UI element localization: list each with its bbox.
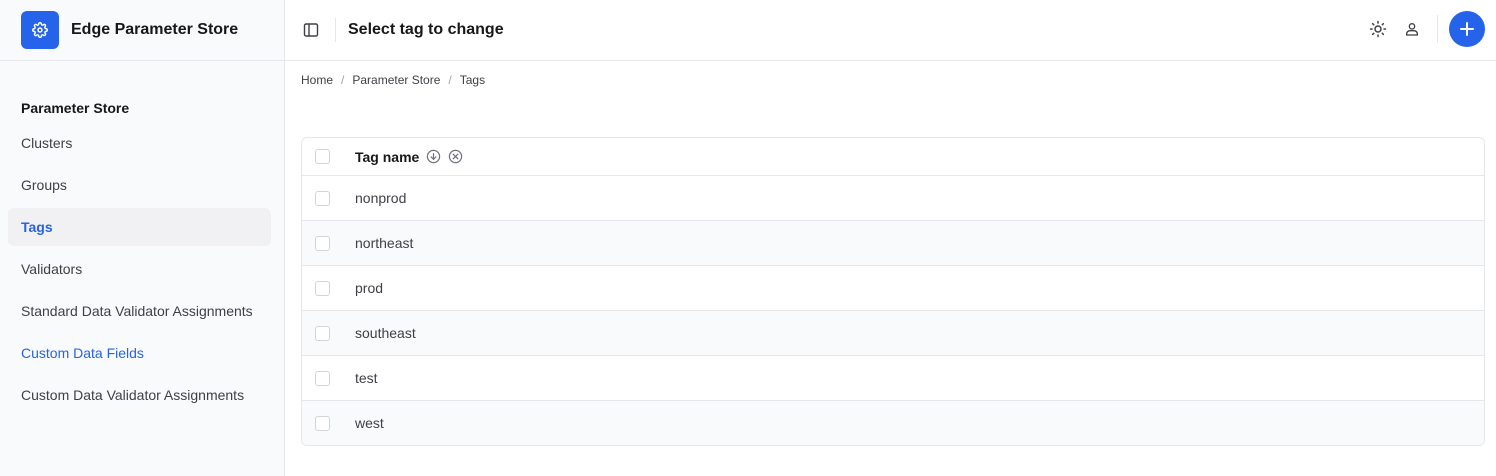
tag-name-cell[interactable]: northeast	[355, 235, 413, 251]
row-checkbox[interactable]	[315, 325, 330, 341]
user-icon[interactable]	[1400, 17, 1424, 41]
main-content: Select tag to change Home / Parameter St…	[285, 0, 1496, 476]
sidebar-item-groups[interactable]: Groups	[8, 166, 271, 204]
table-row[interactable]: northeast	[302, 220, 1484, 265]
sidebar-item-standard-data-validator-assignments[interactable]: Standard Data Validator Assignments	[8, 292, 271, 330]
sidebar: Edge Parameter Store Parameter Store Clu…	[0, 0, 285, 476]
plus-icon	[1460, 22, 1474, 36]
table-row[interactable]: test	[302, 355, 1484, 400]
table-row[interactable]: nonprod	[302, 175, 1484, 220]
row-checkbox[interactable]	[315, 415, 330, 431]
header-divider	[335, 18, 336, 42]
row-checkbox[interactable]	[315, 235, 330, 251]
theme-sun-icon[interactable]	[1366, 17, 1390, 41]
breadcrumb-separator: /	[341, 73, 345, 87]
row-checkbox[interactable]	[315, 280, 330, 296]
header-actions	[1356, 11, 1485, 47]
gear-icon[interactable]	[21, 11, 59, 49]
breadcrumb-parameter-store[interactable]: Parameter Store	[352, 73, 440, 87]
sidebar-toggle-icon[interactable]	[301, 20, 321, 40]
breadcrumb-separator: /	[448, 73, 452, 87]
tag-name-cell[interactable]: nonprod	[355, 190, 406, 206]
brand: Edge Parameter Store	[0, 0, 284, 61]
tags-table: Tag name nonprod northeast prod southeas…	[301, 137, 1485, 446]
sidebar-item-custom-data-validator-assignments[interactable]: Custom Data Validator Assignments	[8, 376, 271, 414]
add-tag-button[interactable]	[1449, 11, 1485, 47]
app-title[interactable]: Edge Parameter Store	[71, 21, 238, 39]
breadcrumb: Home / Parameter Store / Tags	[285, 61, 1496, 87]
breadcrumb-home[interactable]: Home	[301, 73, 333, 87]
tag-name-cell[interactable]: southeast	[355, 325, 416, 341]
sidebar-item-tags[interactable]: Tags	[8, 208, 271, 246]
app-root: Edge Parameter Store Parameter Store Clu…	[0, 0, 1496, 476]
breadcrumb-tags: Tags	[459, 73, 486, 87]
column-header-tag-name[interactable]: Tag name	[355, 149, 419, 165]
table-row[interactable]: prod	[302, 265, 1484, 310]
tag-name-cell[interactable]: test	[355, 370, 378, 386]
select-all-checkbox[interactable]	[315, 149, 330, 164]
page-title: Select tag to change	[348, 21, 504, 38]
sort-clear-icon[interactable]	[447, 149, 463, 165]
tag-name-cell[interactable]: west	[355, 415, 384, 431]
tag-name-cell[interactable]: prod	[355, 280, 383, 296]
sidebar-item-validators[interactable]: Validators	[8, 250, 271, 288]
top-bar: Select tag to change	[285, 0, 1496, 61]
table-header-row: Tag name	[302, 138, 1484, 175]
row-checkbox[interactable]	[315, 370, 330, 386]
sidebar-item-clusters[interactable]: Clusters	[8, 124, 271, 162]
row-checkbox[interactable]	[315, 190, 330, 206]
table-row[interactable]: west	[302, 400, 1484, 445]
sort-plus-icon[interactable]	[425, 149, 441, 165]
sidebar-item-custom-data-fields[interactable]: Custom Data Fields	[8, 334, 271, 372]
sidebar-nav: Parameter Store Clusters Groups Tags Val…	[0, 61, 284, 414]
table-row[interactable]: southeast	[302, 310, 1484, 355]
header-actions-divider	[1437, 15, 1438, 43]
nav-section-title: Parameter Store	[21, 100, 130, 116]
